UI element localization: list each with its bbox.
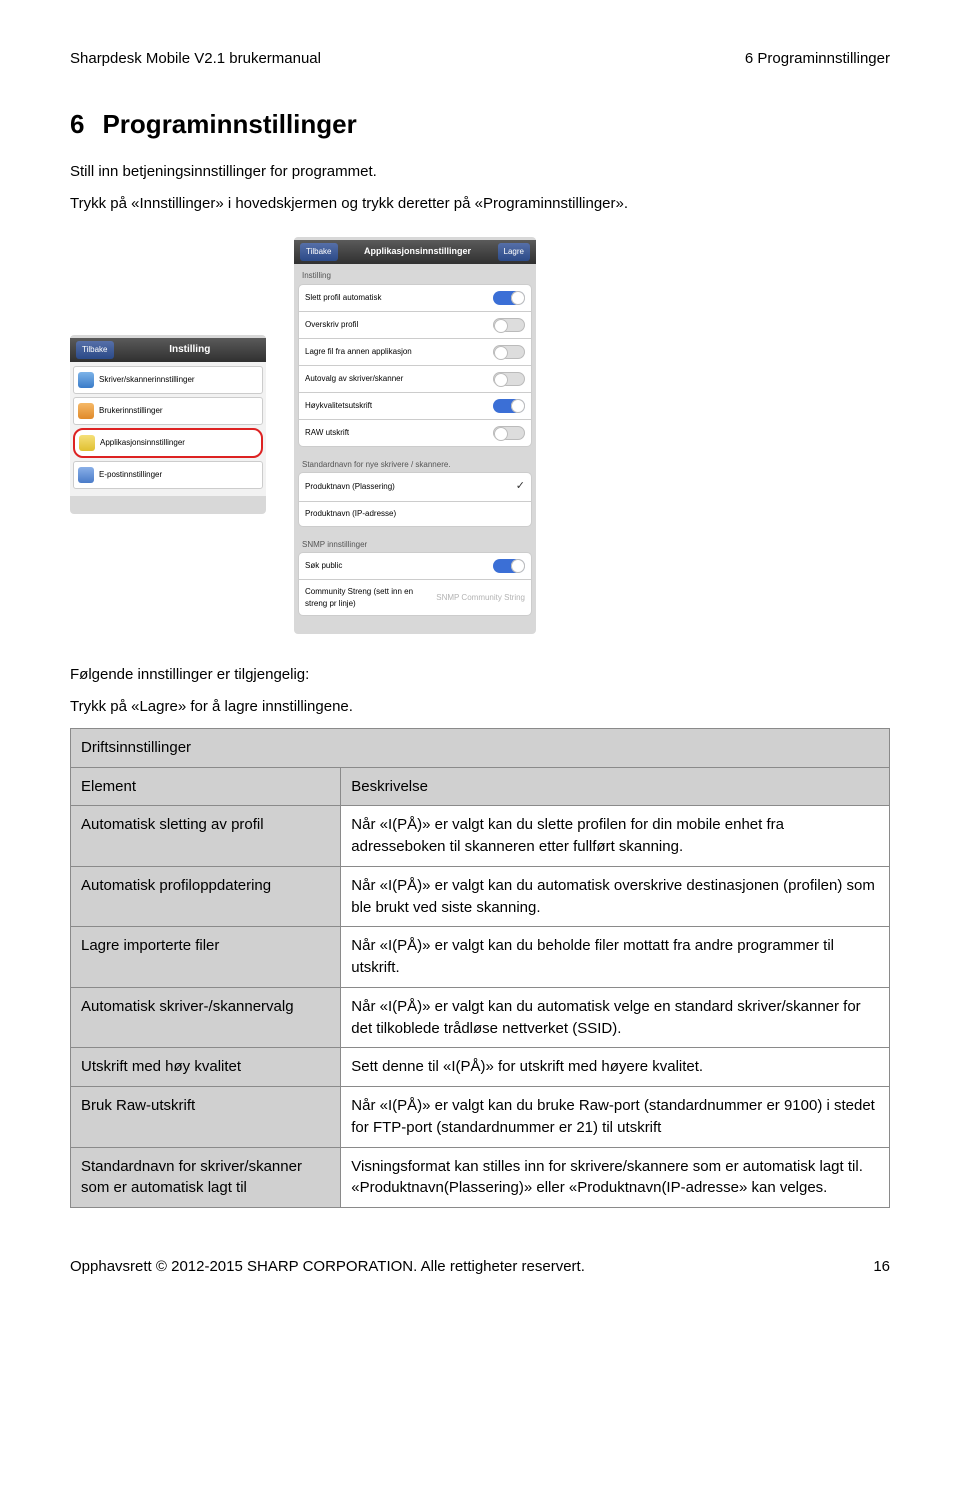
row-element: Automatisk profiloppdatering — [71, 866, 341, 927]
text-input[interactable]: SNMP Community String — [426, 592, 525, 604]
row-element: Utskrift med høy kvalitet — [71, 1048, 341, 1087]
section-title-text: Programinnstillinger — [102, 109, 356, 139]
screen-title: Applikasjonsinnstillinger — [344, 245, 492, 258]
setting-row[interactable]: Autovalg av skriver/skanner — [298, 365, 532, 392]
back-button[interactable]: Tilbake — [300, 243, 338, 261]
setting-row[interactable]: Produktnavn (IP-adresse) — [298, 501, 532, 527]
toggle[interactable] — [493, 559, 525, 573]
setting-label: Produktnavn (IP-adresse) — [305, 508, 396, 520]
setting-row[interactable]: Høykvalitetsutskrift — [298, 392, 532, 419]
after-shot-para-1: Følgende innstillinger er tilgjengelig: — [70, 664, 890, 686]
toggle[interactable] — [493, 372, 525, 386]
row-desc: Når «I(PÅ)» er valgt kan du automatisk v… — [341, 987, 890, 1048]
intro-para-1: Still inn betjeningsinnstillinger for pr… — [70, 161, 890, 183]
setting-label: RAW utskrift — [305, 427, 349, 439]
printer-icon — [78, 372, 94, 388]
list-item-label: Brukerinnstillinger — [99, 405, 163, 417]
list-item-label: Applikasjonsinnstillinger — [100, 437, 185, 449]
settings-table: Driftsinnstillinger Element Beskrivelse … — [70, 728, 890, 1208]
section-number: 6 — [70, 109, 84, 139]
row-element: Bruk Raw-utskrift — [71, 1087, 341, 1148]
back-button[interactable]: Tilbake — [76, 341, 114, 359]
setting-row[interactable]: Søk public — [298, 552, 532, 579]
screen-title: Instilling — [120, 343, 261, 358]
toggle[interactable] — [493, 291, 525, 305]
save-button[interactable]: Lagre — [498, 243, 530, 261]
toggle[interactable] — [493, 345, 525, 359]
setting-row[interactable]: Lagre fil fra annen applikasjon — [298, 338, 532, 365]
row-element: Automatisk sletting av profil — [71, 806, 341, 867]
setting-label: Lagre fil fra annen applikasjon — [305, 346, 412, 358]
table-caption: Driftsinnstillinger — [71, 728, 890, 767]
setting-label: Søk public — [305, 560, 342, 572]
doc-title-right: 6 Programinnstillinger — [745, 48, 890, 70]
setting-row[interactable]: Produktnavn (Plassering) ✓ — [298, 472, 532, 501]
toggle[interactable] — [493, 399, 525, 413]
table-head-element: Element — [71, 767, 341, 806]
table-row: Standardnavn for skriver/skanner som er … — [71, 1147, 890, 1208]
table-head-desc: Beskrivelse — [341, 767, 890, 806]
row-desc: Når «I(PÅ)» er valgt kan du slette profi… — [341, 806, 890, 867]
mail-icon — [78, 467, 94, 483]
toggle[interactable] — [493, 318, 525, 332]
row-element: Standardnavn for skriver/skanner som er … — [71, 1147, 341, 1208]
toggle[interactable] — [493, 426, 525, 440]
doc-title-left: Sharpdesk Mobile V2.1 brukermanual — [70, 48, 321, 70]
screenshot-settings-home: Tilbake Instilling Skriver/skannerinnsti… — [70, 335, 266, 514]
row-element: Lagre importerte filer — [71, 927, 341, 988]
table-row: Automatisk skriver-/skannervalgNår «I(PÅ… — [71, 987, 890, 1048]
table-row: Bruk Raw-utskriftNår «I(PÅ)» er valgt ka… — [71, 1087, 890, 1148]
after-shot-para-2: Trykk på «Lagre» for å lagre innstilling… — [70, 696, 890, 718]
section-label: Instilling — [294, 264, 536, 284]
list-item[interactable]: Brukerinnstillinger — [73, 397, 263, 425]
row-desc: Når «I(PÅ)» er valgt kan du beholde file… — [341, 927, 890, 988]
row-desc: Visningsformat kan stilles inn for skriv… — [341, 1147, 890, 1208]
list-item-label: Skriver/skannerinnstillinger — [99, 374, 195, 386]
setting-label: Produktnavn (Plassering) — [305, 481, 395, 493]
table-row: Automatisk profiloppdateringNår «I(PÅ)» … — [71, 866, 890, 927]
row-desc: Når «I(PÅ)» er valgt kan du bruke Raw-po… — [341, 1087, 890, 1148]
setting-label: Autovalg av skriver/skanner — [305, 373, 403, 385]
list-item[interactable]: E-postinnstillinger — [73, 461, 263, 489]
section-label: Standardnavn for nye skrivere / skannere… — [294, 453, 536, 473]
section-heading: 6 Programinnstillinger — [70, 106, 890, 144]
table-row: Lagre importerte filerNår «I(PÅ)» er val… — [71, 927, 890, 988]
setting-label: Slett profil automatisk — [305, 292, 381, 304]
check-icon: ✓ — [516, 479, 525, 495]
footer-copyright: Opphavsrett © 2012-2015 SHARP CORPORATIO… — [70, 1256, 585, 1278]
row-element: Automatisk skriver-/skannervalg — [71, 987, 341, 1048]
table-row: Automatisk sletting av profilNår «I(PÅ)»… — [71, 806, 890, 867]
list-item[interactable]: Skriver/skannerinnstillinger — [73, 366, 263, 394]
table-row: Utskrift med høy kvalitetSett denne til … — [71, 1048, 890, 1087]
setting-row[interactable]: Slett profil automatisk — [298, 284, 532, 311]
user-icon — [78, 403, 94, 419]
section-label: SNMP innstillinger — [294, 533, 536, 553]
setting-label: Høykvalitetsutskrift — [305, 400, 372, 412]
setting-label: Community Streng (sett inn en streng pr … — [305, 586, 426, 609]
setting-row[interactable]: RAW utskrift — [298, 419, 532, 447]
gear-icon — [79, 435, 95, 451]
setting-row[interactable]: Overskriv profil — [298, 311, 532, 338]
intro-para-2: Trykk på «Innstillinger» i hovedskjermen… — [70, 193, 890, 215]
footer-page-number: 16 — [873, 1256, 890, 1278]
setting-row[interactable]: Community Streng (sett inn en streng pr … — [298, 579, 532, 616]
setting-label: Overskriv profil — [305, 319, 358, 331]
list-item-label: E-postinnstillinger — [99, 469, 162, 481]
screenshot-app-settings: Tilbake Applikasjonsinnstillinger Lagre … — [294, 237, 536, 635]
list-item-app-settings[interactable]: Applikasjonsinnstillinger — [73, 428, 263, 458]
row-desc: Når «I(PÅ)» er valgt kan du automatisk o… — [341, 866, 890, 927]
row-desc: Sett denne til «I(PÅ)» for utskrift med … — [341, 1048, 890, 1087]
